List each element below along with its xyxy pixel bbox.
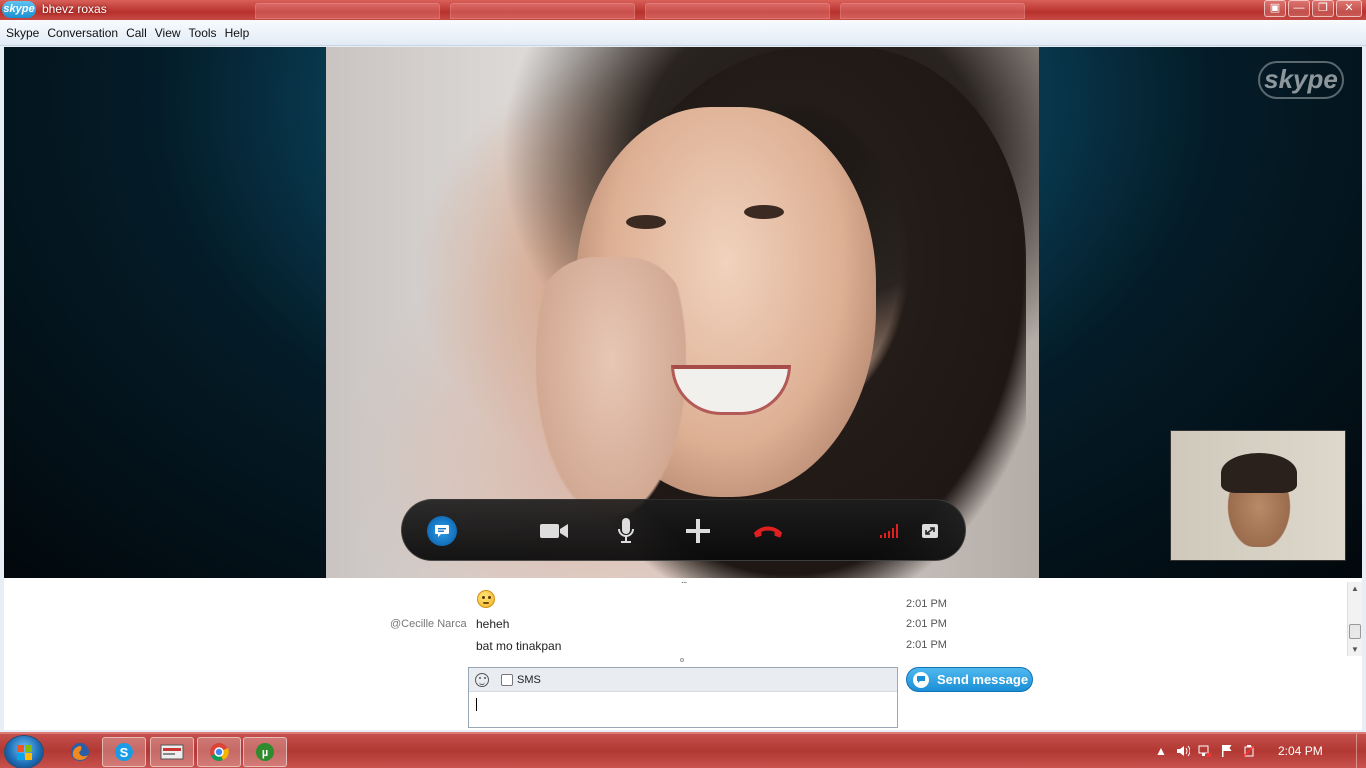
action-center-flag-icon[interactable] [1216,741,1238,761]
close-button[interactable]: ✕ [1336,0,1362,17]
taskbar: S µ ▲ 2:04 PM [0,732,1366,768]
video-call-area: skype [4,47,1362,578]
chat-bubble-icon [913,671,929,688]
menu-skype[interactable]: Skype [2,26,43,40]
remote-video-eye [744,205,784,219]
text-caret [476,698,477,711]
chrome-icon [210,743,229,761]
composer-toolbar: SMS [469,668,897,692]
add-button[interactable] [682,516,714,546]
show-desktop-button[interactable] [1356,734,1366,768]
skype-logo: skype [2,1,36,18]
taskbar-skype[interactable]: S [102,737,146,767]
message-input[interactable] [475,698,885,720]
scroll-down-arrow-icon[interactable]: ▼ [1351,645,1359,654]
fullscreen-button[interactable] [914,516,946,546]
title-bar: skype bhevz roxas ▣ — ❐ ✕ [0,0,1366,20]
fullscreen-icon [922,524,938,538]
sms-label: SMS [517,673,541,686]
network-icon[interactable] [1194,741,1216,761]
message-text: bat mo tinakpan [476,639,562,653]
call-quality-indicator[interactable] [874,516,906,546]
chat-icon [427,516,457,546]
menu-call[interactable]: Call [122,26,151,40]
chat-history: ... 2:01 PM @Cecille Narca heheh 2:01 PM… [4,575,1362,657]
start-button[interactable] [4,735,44,768]
remote-video-hand [536,257,686,517]
hang-up-icon [753,526,783,538]
menu-help[interactable]: Help [221,26,254,40]
video-toggle-button[interactable] [538,516,570,546]
self-video-hair [1221,453,1297,493]
message-composer: SMS [468,667,898,728]
skype-icon: S [115,743,133,761]
panel-divider-handle[interactable]: ... [681,575,687,586]
chat-toggle-button[interactable] [426,516,458,546]
emoticon-picker-icon[interactable] [475,672,489,687]
window-title: bhevz roxas [42,2,107,16]
background-tab [840,3,1025,19]
background-tab [450,3,635,19]
message-text: heheh [476,617,510,631]
background-tab [645,3,830,19]
send-message-button[interactable]: Send message [906,667,1033,692]
composer-resize-handle[interactable] [680,658,684,662]
svg-text:µ: µ [262,747,268,759]
window-controls: ▣ — ❐ ✕ [1264,0,1362,18]
chat-scrollbar[interactable]: ▲ ▼ [1347,582,1362,656]
utorrent-icon: µ [256,743,274,761]
volume-icon[interactable] [1172,741,1194,761]
plus-icon [686,519,710,543]
firefox-icon [71,743,89,761]
menu-view[interactable]: View [151,26,185,40]
svg-text:S: S [120,745,129,760]
taskbar-utorrent[interactable]: µ [243,737,287,767]
message-sender[interactable]: @Cecille Narca [390,618,467,630]
background-windows [255,3,1055,19]
menu-tools[interactable]: Tools [185,26,221,40]
call-controls-bar [401,499,966,561]
mute-button[interactable] [610,516,642,546]
power-icon[interactable] [1238,741,1260,761]
compact-view-button[interactable]: ▣ [1264,0,1286,17]
minimize-button[interactable]: — [1288,0,1310,17]
taskbar-chrome[interactable] [197,737,241,767]
taskbar-firefox[interactable] [58,737,102,767]
windows-flag-icon [17,745,33,761]
self-video-preview[interactable] [1170,430,1346,561]
system-tray: ▲ 2:04 PM [1150,734,1366,768]
menu-bar: Skype Conversation Call View Tools Help [0,20,1366,46]
scroll-up-arrow-icon[interactable]: ▲ [1351,584,1359,593]
maximize-button[interactable]: ❐ [1312,0,1334,17]
show-hidden-icons-arrow-icon[interactable]: ▲ [1150,741,1172,761]
message-time: 2:01 PM [906,598,947,610]
hang-up-button[interactable] [752,516,784,546]
taskbar-clock[interactable]: 2:04 PM [1278,744,1350,758]
signal-strength-icon [880,524,898,538]
smiley-emoji-icon [477,590,495,608]
message-time: 2:01 PM [906,639,947,651]
menu-conversation[interactable]: Conversation [43,26,122,40]
microphone-icon [618,518,634,543]
remote-video-eye [626,215,666,229]
video-camera-icon [540,524,568,538]
taskbar-app[interactable] [150,737,194,767]
sms-checkbox[interactable] [501,673,513,686]
send-message-label: Send message [937,672,1029,687]
message-time: 2:01 PM [906,618,947,630]
background-tab [255,3,440,19]
scrollbar-thumb[interactable] [1349,624,1361,639]
app-icon [160,744,184,760]
skype-watermark: skype [1258,61,1344,99]
